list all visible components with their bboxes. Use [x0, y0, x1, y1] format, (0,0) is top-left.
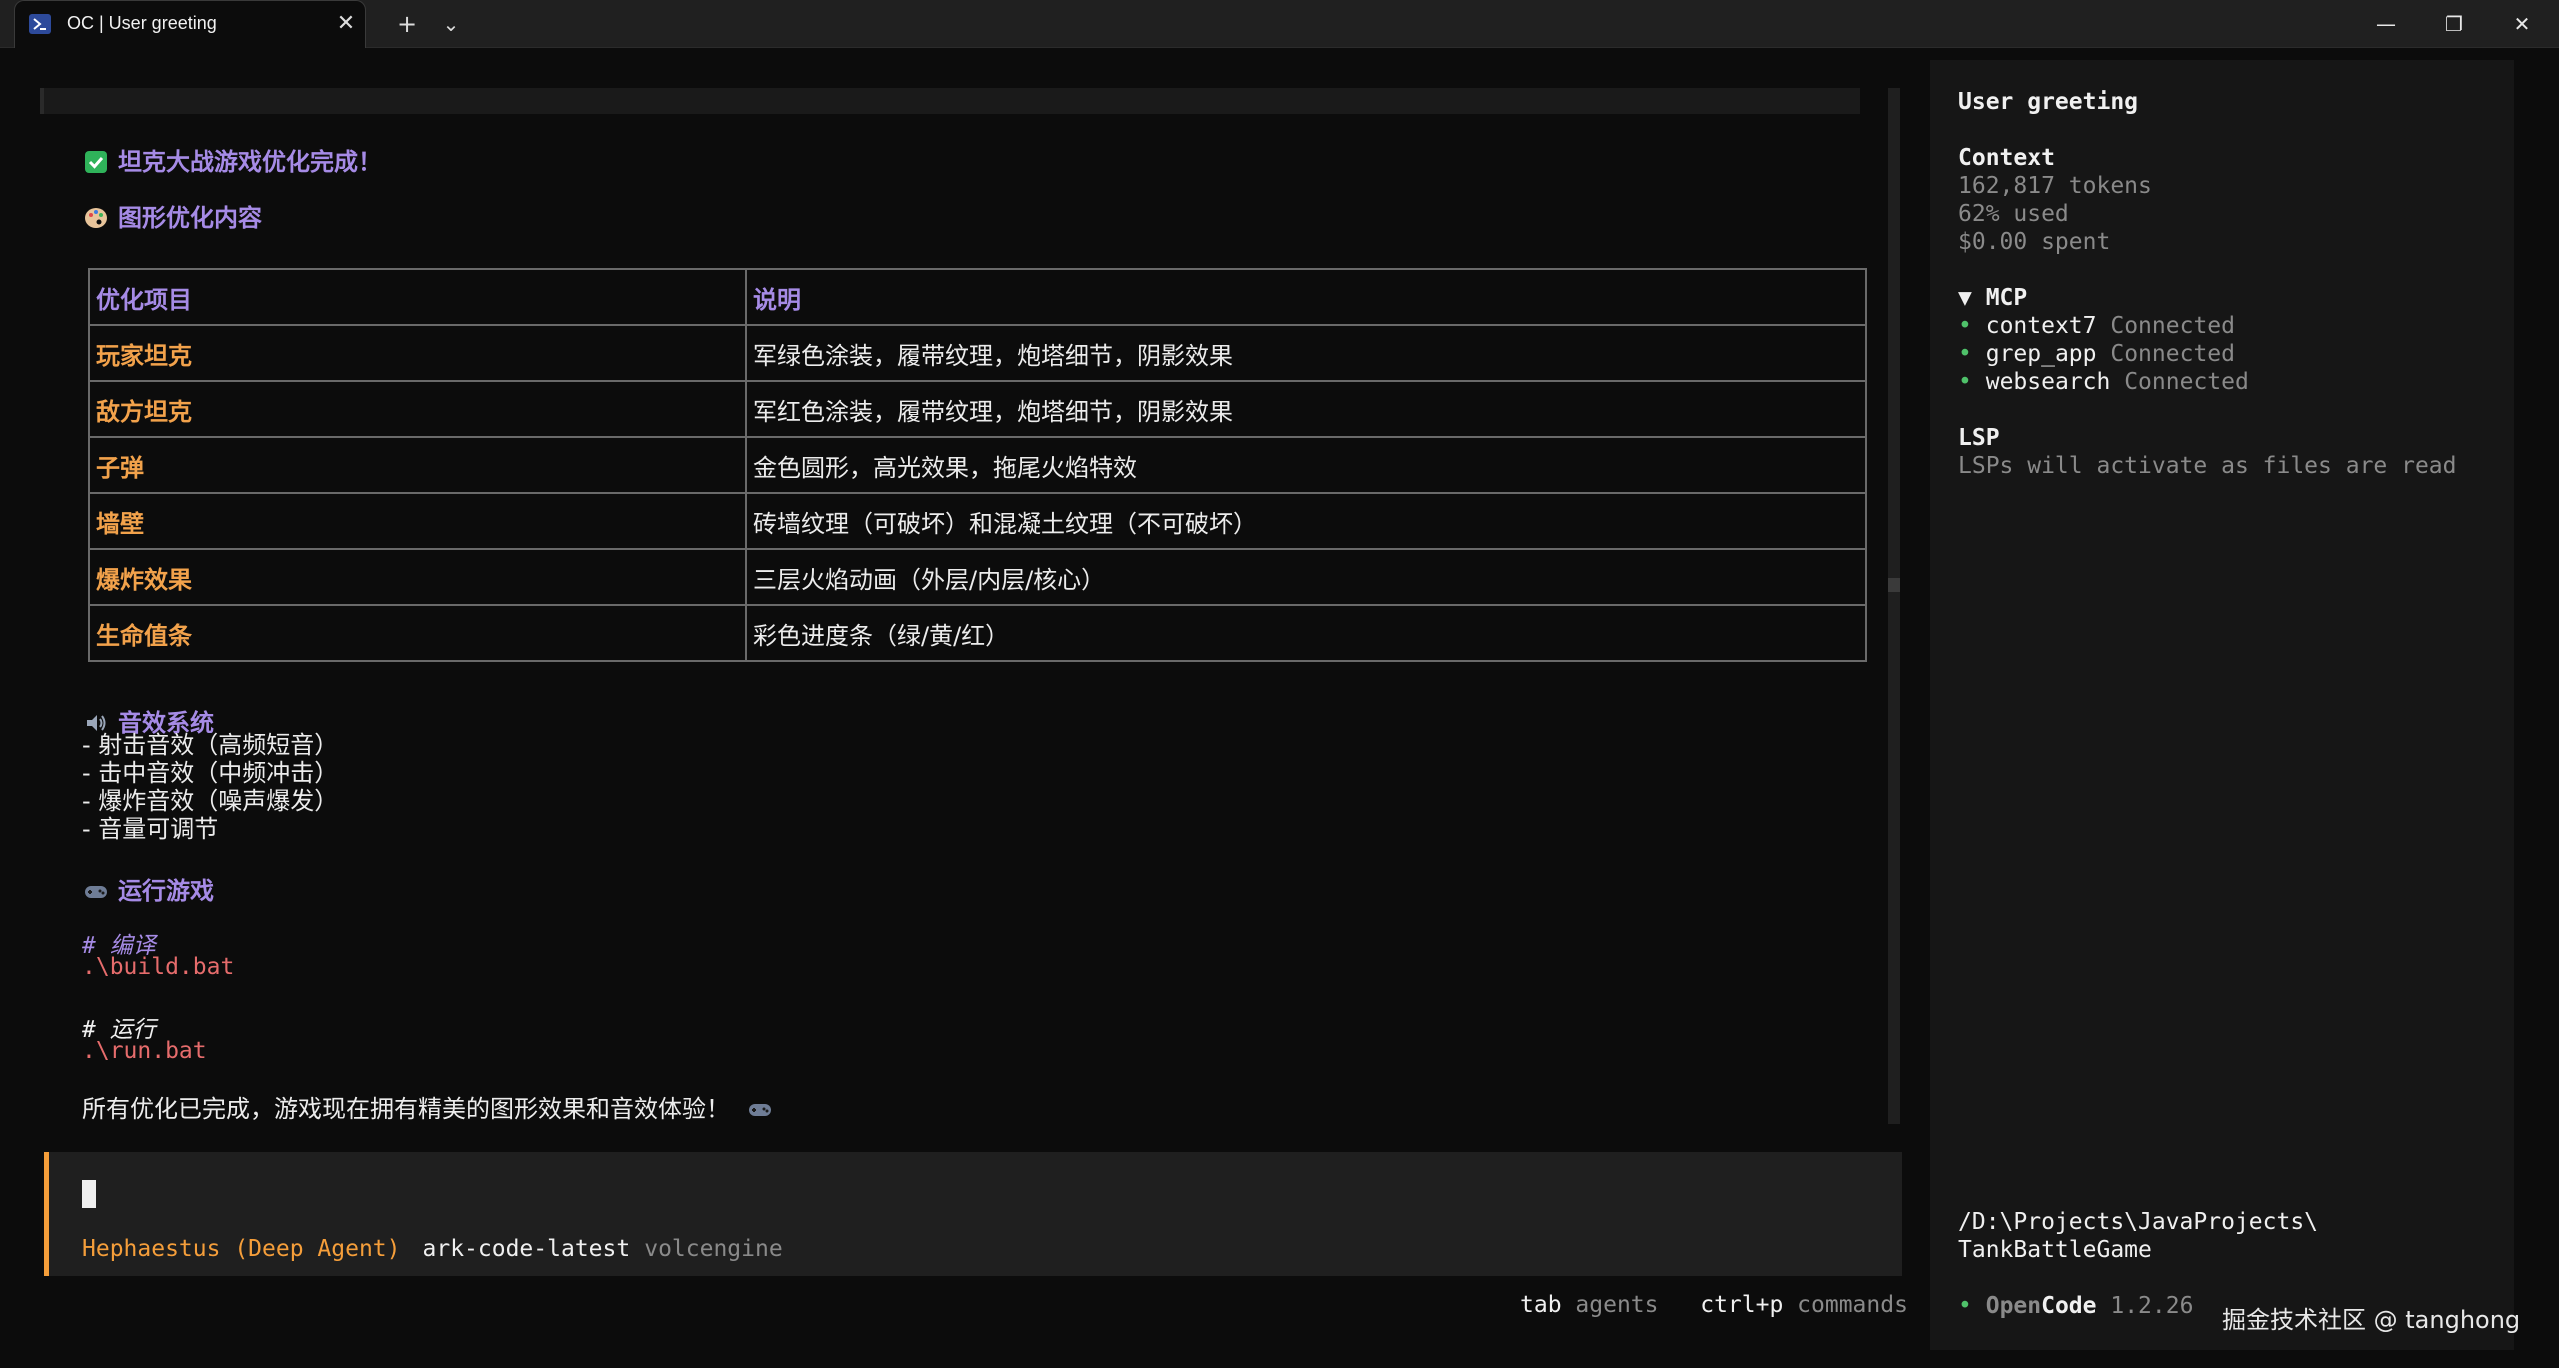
table-cell-description: 彩色进度条（绿/黄/红）: [745, 604, 1867, 662]
brand-open: Open: [1985, 1293, 2042, 1319]
closing-message: 所有优化已完成，游戏现在拥有精美的图形效果和音效体验！: [82, 1095, 772, 1123]
table-cell-description: 军红色涂装，履带纹理，炮塔细节，阴影效果: [745, 380, 1867, 438]
optimization-table: 优化项目 说明 玩家坦克 军绿色涂装，履带纹理，炮塔细节，阴影效果 敌方坦克 军…: [88, 268, 1867, 662]
context-spent: $0.00 spent: [1958, 229, 2111, 255]
sound-item: - 射击音效（高频短音）: [82, 731, 339, 759]
table-cell-item: 敌方坦克: [88, 380, 747, 438]
new-tab-button[interactable]: +: [392, 10, 422, 38]
lsp-label: LSP: [1958, 425, 2000, 451]
gamepad-icon: [85, 886, 107, 898]
mcp-item: • websearch Connected: [1958, 368, 2249, 396]
table-cell-description: 砖墙纹理（可破坏）和混凝土纹理（不可破坏）: [745, 492, 1867, 550]
previous-message-strip: [40, 88, 1860, 114]
status-dot-icon: •: [1958, 341, 1972, 367]
table-row: 生命值条 彩色进度条（绿/黄/红）: [88, 604, 1867, 662]
table-cell-description: 三层火焰动画（外层/内层/核心）: [745, 548, 1867, 606]
run-heading-text: 运行游戏: [118, 877, 214, 905]
sound-item: - 爆炸音效（噪声爆发）: [82, 787, 339, 815]
brand-code: Code: [2041, 1293, 2097, 1319]
lsp-note: LSPs will activate as files are read: [1958, 453, 2457, 479]
table-cell-item: 玩家坦克: [88, 324, 747, 382]
table-cell-item: 爆炸效果: [88, 548, 747, 606]
mcp-section-toggle[interactable]: ▼ MCP: [1958, 284, 2027, 312]
code-command: .\run.bat: [82, 1038, 207, 1064]
watermark: 掘金技术社区 @ tanghong: [2222, 1306, 2521, 1334]
tab-dropdown-icon[interactable]: ⌄: [436, 10, 466, 38]
table-row: 爆炸效果 三层火焰动画（外层/内层/核心）: [88, 548, 1867, 606]
closing-message-text: 所有优化已完成，游戏现在拥有精美的图形效果和音效体验！: [82, 1095, 730, 1123]
mcp-name: grep_app: [1985, 341, 2097, 367]
run-heading: 运行游戏: [84, 871, 214, 906]
table-row: 子弹 金色圆形，高光效果，拖尾火焰特效: [88, 436, 1867, 494]
scrollbar[interactable]: [1888, 88, 1900, 1124]
table-row: 墙壁 砖墙纹理（可破坏）和混凝土纹理（不可破坏）: [88, 492, 1867, 550]
powershell-icon: [29, 14, 51, 34]
graphics-heading-text: 图形优化内容: [118, 204, 262, 232]
tab-close-icon[interactable]: ✕: [333, 11, 359, 37]
sound-item: - 击中音效（中频冲击）: [82, 759, 339, 787]
terminal-tab[interactable]: OC | User greeting ✕: [14, 0, 366, 48]
graphics-heading: 图形优化内容: [84, 198, 262, 233]
context-tokens: 162,817 tokens: [1958, 173, 2152, 199]
minimize-button[interactable]: —: [2352, 0, 2420, 48]
hint-key-ctrl-p: ctrl+p: [1700, 1292, 1784, 1318]
model-name[interactable]: ark-code-latest: [423, 1236, 631, 1262]
scrollbar-thumb[interactable]: [1888, 578, 1900, 592]
table-header-item: 优化项目: [88, 268, 747, 326]
app-version: • OpenCode 1.2.26: [1958, 1292, 2193, 1320]
agent-name[interactable]: Hephaestus (Deep Agent): [82, 1236, 401, 1262]
completion-heading: 坦克大战游戏优化完成！: [84, 142, 382, 177]
mcp-status: Connected: [2110, 341, 2235, 367]
status-dot-icon: •: [1958, 369, 1972, 395]
restore-button[interactable]: ❐: [2420, 0, 2488, 48]
hint-key-tab: tab: [1520, 1292, 1562, 1318]
provider-name: volcengine: [644, 1236, 783, 1262]
mcp-item: • context7 Connected: [1958, 312, 2235, 340]
context-used: 62% used: [1958, 201, 2069, 227]
tab-title: OC | User greeting: [67, 13, 217, 33]
project-path: /D:\Projects\JavaProjects\: [1958, 1209, 2319, 1235]
title-bar: OC | User greeting ✕ + ⌄ — ❐ ✕: [0, 0, 2559, 48]
keyboard-hints: tab agents ctrl+p commands: [1520, 1292, 1908, 1318]
mcp-status: Connected: [2124, 369, 2249, 395]
table-header-row: 优化项目 说明: [88, 268, 1867, 326]
status-dot-icon: •: [1958, 1293, 1972, 1319]
table-header-description: 说明: [745, 268, 1867, 326]
status-dot-icon: •: [1958, 313, 1972, 339]
project-name: TankBattleGame: [1958, 1237, 2152, 1263]
table-row: 敌方坦克 军红色涂装，履带纹理，炮塔细节，阴影效果: [88, 380, 1867, 438]
close-window-button[interactable]: ✕: [2488, 0, 2556, 48]
agent-model-line: Hephaestus (Deep Agent) ark-code-latest vo…: [82, 1236, 783, 1262]
hint-desc-agents: agents: [1575, 1292, 1659, 1318]
table-cell-item: 子弹: [88, 436, 747, 494]
table-cell-description: 金色圆形，高光效果，拖尾火焰特效: [745, 436, 1867, 494]
table-row: 玩家坦克 军绿色涂装，履带纹理，炮塔细节，阴影效果: [88, 324, 1867, 382]
mcp-item: • grep_app Connected: [1958, 340, 2235, 368]
mcp-status: Connected: [2110, 313, 2235, 339]
session-title: User greeting: [1958, 89, 2139, 115]
version-number: 1.2.26: [2110, 1293, 2194, 1319]
code-command: .\build.bat: [82, 954, 235, 980]
palette-icon: [85, 208, 107, 228]
check-mark-icon: [85, 151, 107, 173]
sound-item: - 音量可调节: [82, 815, 219, 843]
table-cell-item: 墙壁: [88, 492, 747, 550]
hint-desc-commands: commands: [1797, 1292, 1908, 1318]
completion-heading-text: 坦克大战游戏优化完成！: [118, 148, 382, 176]
text-cursor: [82, 1180, 96, 1208]
mcp-name: websearch: [1985, 369, 2111, 395]
input-accent-bar: [44, 1152, 49, 1276]
gamepad-icon: [748, 1104, 771, 1116]
table-cell-item: 生命值条: [88, 604, 747, 662]
mcp-name: context7: [1985, 313, 2097, 339]
context-label: Context: [1958, 145, 2055, 171]
table-cell-description: 军绿色涂装，履带纹理，炮塔细节，阴影效果: [745, 324, 1867, 382]
